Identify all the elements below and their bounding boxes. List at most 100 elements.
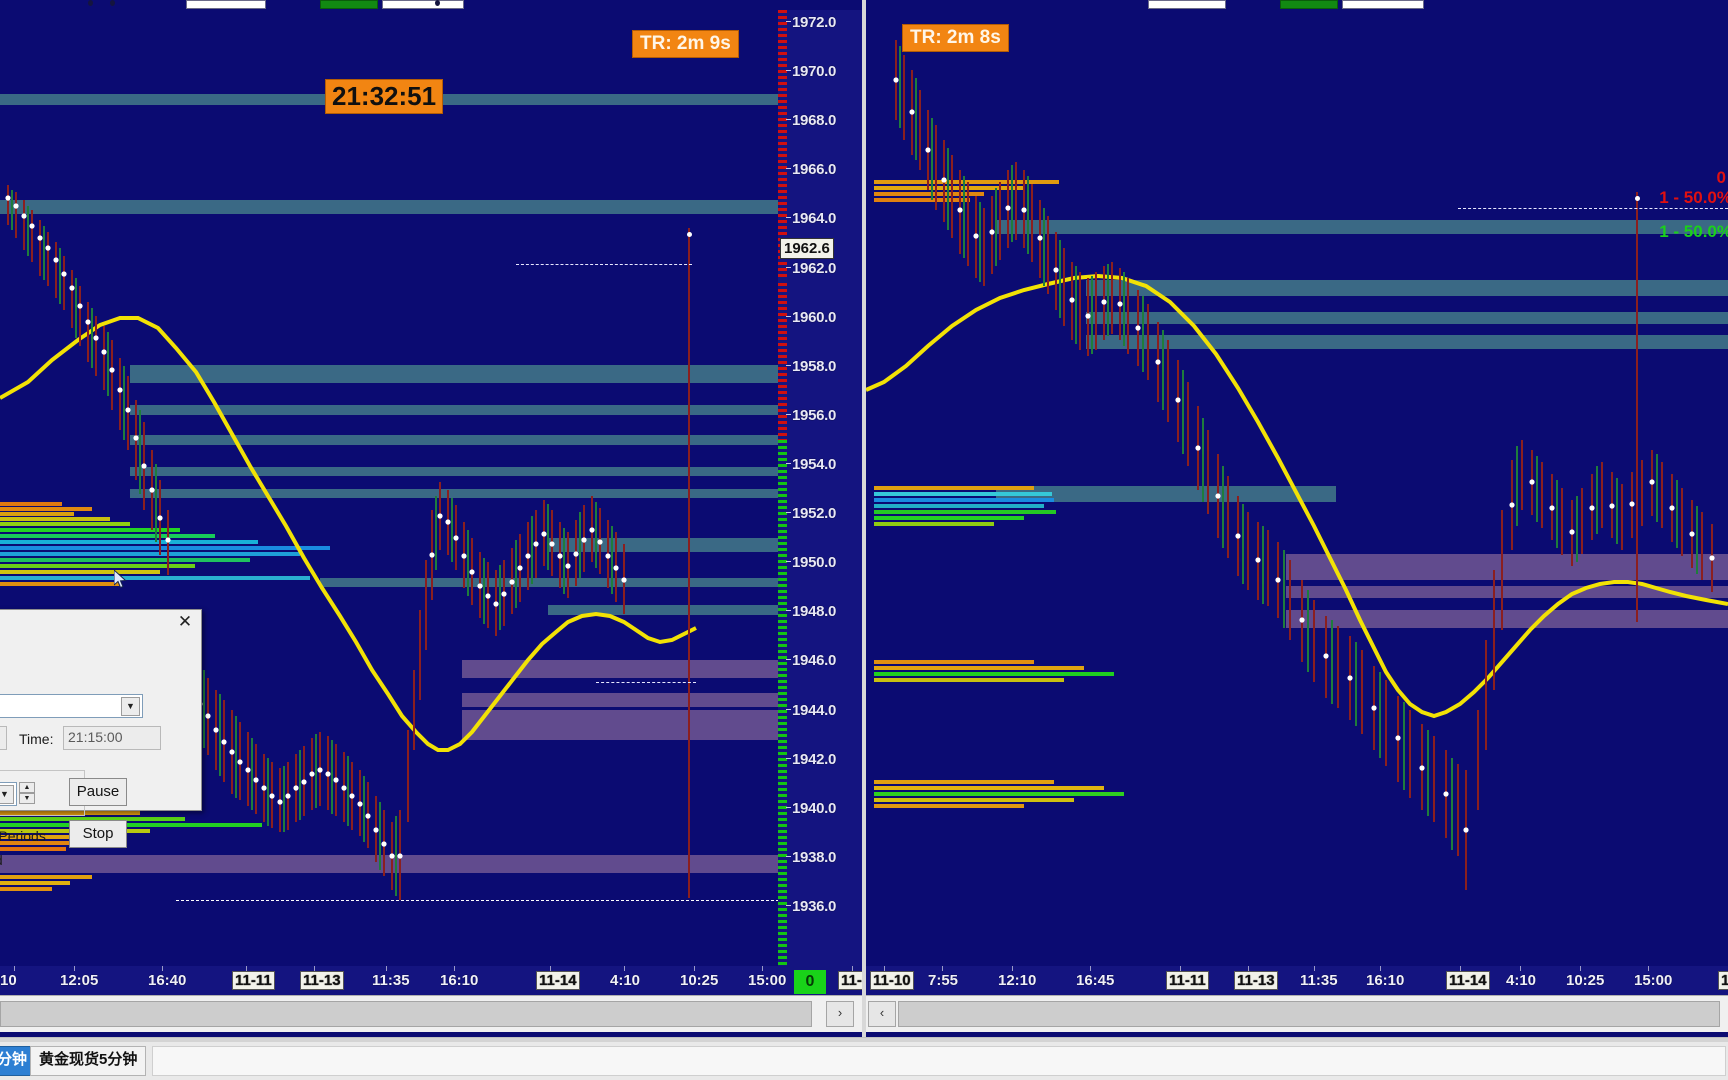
time-tick-label: 11-15	[838, 971, 862, 990]
price-tick-label: 1944.0	[786, 702, 836, 719]
time-grid-mark	[550, 966, 551, 971]
toolbar-dot	[435, 0, 440, 6]
time-tick-label: 11-14	[536, 971, 580, 990]
scroll-left-arrow[interactable]: ‹	[868, 1001, 896, 1027]
time-label: Time:	[19, 731, 54, 747]
time-grid-mark	[694, 966, 695, 971]
crosshair-point-right	[1635, 196, 1640, 201]
time-tick-label: 7:55	[928, 972, 959, 989]
tick-mark	[786, 364, 791, 366]
time-tick-label: 11-14	[1446, 971, 1490, 990]
price-tick-label: 1958.0	[786, 358, 836, 375]
date-field[interactable]: 1-14	[0, 726, 7, 750]
chart-pane-left[interactable]: TR: 2m 9s 21:32:51 1972.0 1970.0 1968.0 196…	[0, 10, 862, 1032]
dialog-titlebar[interactable]: ✕	[0, 610, 201, 636]
scrollbar-thumb-right[interactable]	[898, 1001, 1720, 1027]
stepper-down-icon[interactable]: ▼	[19, 793, 35, 804]
fib-label-green-50: 1 - 50.0%	[1659, 222, 1728, 241]
time-field[interactable]: 21:15:00	[63, 726, 161, 750]
tick-mark	[786, 266, 791, 268]
toolbar-field[interactable]	[1148, 0, 1226, 9]
skip-empty-periods-checkbox[interactable]: kip Empty Periods	[0, 828, 46, 844]
time-tick-label: 10:25	[680, 972, 719, 989]
time-grid-mark	[762, 966, 763, 971]
time-tick-label: 11-11	[232, 971, 275, 990]
time-tick-label: 16:40	[148, 972, 187, 989]
horizontal-scrollbar-right[interactable]: ‹	[866, 995, 1728, 1032]
time-tick-label: 15:00	[1634, 972, 1673, 989]
chevron-down-icon[interactable]: ▼	[0, 785, 14, 804]
chart-plot-left[interactable]: TR: 2m 9s 21:32:51 1972.0 1970.0 1968.0 196…	[0, 10, 862, 1032]
tick-mark	[786, 512, 791, 514]
stepper-up-icon[interactable]: ▲	[19, 782, 35, 793]
time-tick-label: 12:10	[998, 972, 1037, 989]
time-axis-left[interactable]: 10 12:05 16:40 11-11 11-13 11:35 16:10 11-14 4:1…	[0, 966, 862, 996]
toolbar-field[interactable]	[186, 0, 266, 9]
time-tick-label: 16:45	[1076, 972, 1115, 989]
fib-level-dashed	[1458, 208, 1728, 209]
price-level-dashed	[176, 900, 784, 901]
last-price-label: 1962.6	[780, 238, 834, 259]
taskbar-item-gold-spot-5min[interactable]: 黄金现货5分钟	[30, 1046, 147, 1076]
stop-button[interactable]: Stop	[69, 820, 127, 848]
replay-control-dialog[interactable]: ✕ e: eplay ▼ 1-14 Time: 21:15:00 eed: ▼ …	[0, 609, 202, 868]
pause-button[interactable]: Pause	[69, 778, 127, 806]
scroll-right-arrow[interactable]: ›	[826, 1001, 854, 1027]
close-icon[interactable]: ✕	[175, 613, 195, 631]
taskbar-divider	[0, 1038, 1728, 1042]
tick-mark	[786, 70, 791, 72]
time-grid-mark	[884, 966, 885, 971]
time-tick-label: 10:25	[1566, 972, 1605, 989]
toolbar-green-field[interactable]	[1280, 0, 1338, 9]
toolbar-field[interactable]	[382, 0, 464, 9]
time-axis-right[interactable]: 11-10 7:55 12:10 16:45 11-11 11-13 11:35 16:10 1…	[866, 966, 1728, 996]
price-tick-label: 1938.0	[786, 849, 836, 866]
time-grid-mark	[314, 966, 315, 971]
tick-mark	[786, 217, 791, 219]
toolbar-dot	[110, 0, 115, 6]
speed-select[interactable]: ▼	[0, 782, 17, 806]
time-grid-mark	[942, 966, 943, 971]
chart-plot-right[interactable]: TR: 2m 8s 0 1 - 50.0% 1 - 50.0%	[866, 10, 1728, 1032]
start-paused-checkbox[interactable]: tart Paused	[0, 852, 3, 868]
time-grid-mark	[1520, 966, 1521, 971]
trading-platform-window: TR: 2m 9s 21:32:51 1972.0 1970.0 1968.0 196…	[0, 0, 1728, 1080]
price-tick-label: 1946.0	[786, 652, 836, 669]
time-grid-mark	[74, 966, 75, 971]
scrollbar-thumb[interactable]	[0, 1001, 812, 1027]
price-tick-label: 1962.0	[786, 260, 836, 277]
time-grid-mark	[246, 966, 247, 971]
horizontal-scrollbar-left[interactable]: ›	[0, 995, 862, 1032]
price-tick-label: 1970.0	[786, 63, 836, 80]
speed-stepper[interactable]: ▲ ▼	[19, 782, 35, 804]
time-grid-mark	[386, 966, 387, 971]
time-grid-mark	[1180, 966, 1181, 971]
tick-mark	[786, 905, 791, 906]
tick-mark	[786, 168, 791, 170]
price-tick-label: 1968.0	[786, 112, 836, 129]
volume-ladder	[778, 10, 787, 970]
time-tick-label: 16:10	[1366, 972, 1405, 989]
tick-mark	[786, 708, 791, 710]
price-level-dashed	[596, 682, 696, 683]
chevron-down-icon[interactable]: ▼	[121, 697, 140, 716]
price-tick-label: 1966.0	[786, 161, 836, 178]
time-grid-mark	[1580, 966, 1581, 971]
taskbar-empty-area	[152, 1046, 1726, 1076]
mode-select[interactable]: eplay ▼	[0, 694, 143, 718]
time-grid-mark	[1460, 966, 1461, 971]
time-remaining-badge: TR: 2m 9s	[632, 30, 739, 58]
taskbar[interactable]: 分钟 黄金现货5分钟	[0, 1037, 1728, 1080]
replay-clock: 21:32:51	[325, 79, 444, 114]
price-tick-label: 1964.0	[786, 210, 836, 227]
time-grid-mark	[1248, 966, 1249, 971]
toolbar-field[interactable]	[1342, 0, 1424, 9]
tick-mark	[786, 119, 791, 121]
time-tick-label: 11-13	[300, 971, 344, 990]
toolbar-green-field[interactable]	[320, 0, 378, 9]
tick-mark	[786, 561, 791, 563]
chart-pane-right[interactable]: TR: 2m 8s 0 1 - 50.0% 1 - 50.0% 11-10 7:5…	[866, 10, 1728, 1032]
time-value: 21:15:00	[68, 729, 123, 745]
time-tick-label: 12:05	[60, 972, 99, 989]
time-grid-mark	[852, 966, 853, 971]
